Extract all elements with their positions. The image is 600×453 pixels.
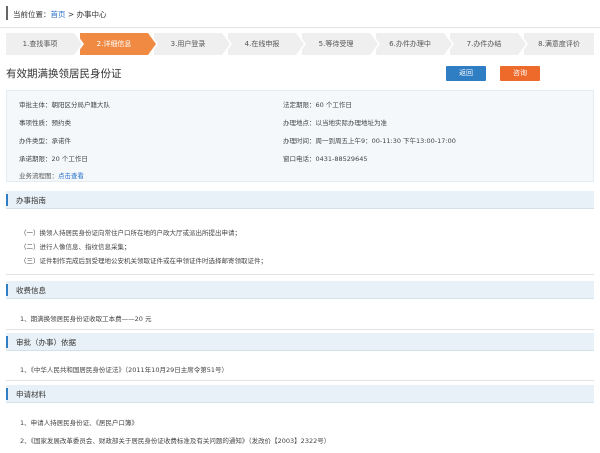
section-materials-header: 申请材料 <box>6 385 594 403</box>
info-panel: 审批主体：朝阳区分局户籍大队 法定期限：60 个工作日 事项性质：预约类 办理地… <box>6 90 594 182</box>
section-guide-title: 办事指南 <box>16 196 46 205</box>
section-guide-header: 办事指南 <box>6 191 594 209</box>
info-item-type: 事项性质：预约类 <box>19 119 71 127</box>
step-processing[interactable]: 6.办件办理中 <box>376 33 454 55</box>
section-marker <box>6 194 8 206</box>
breadcrumb: 当前位置：首页 > 办事中心 <box>0 0 600 28</box>
section-basis-header: 审批（办事）依据 <box>6 333 594 351</box>
step-find[interactable]: 1.查找事项 <box>6 33 84 55</box>
basis-line: 1、《中华人民共和国居民身份证法》（2011年10月29日主席令第51号） <box>20 366 228 374</box>
info-flow-label: 业务流程图： <box>19 172 58 180</box>
breadcrumb-prefix: 当前位置： <box>13 10 51 19</box>
divider <box>6 274 594 275</box>
section-marker <box>6 284 8 296</box>
materials-line: 1、申请人持居民身份证、《居民户口簿》 <box>20 419 138 427</box>
fee-line: 1、期满换领居民身份证收取工本费——20 元 <box>20 315 152 323</box>
section-fee-header: 收费信息 <box>6 281 594 299</box>
step-apply[interactable]: 4.在线申报 <box>228 33 306 55</box>
consult-button[interactable]: 咨询 <box>500 66 540 81</box>
step-wait[interactable]: 5.等待受理 <box>302 33 380 55</box>
flow-chart-link[interactable]: 点击查看 <box>58 172 84 180</box>
divider <box>6 380 594 381</box>
breadcrumb-marker <box>6 6 8 20</box>
info-legal-period: 法定期限：60 个工作日 <box>283 101 352 109</box>
breadcrumb-text: 当前位置：首页 > 办事中心 <box>13 9 107 20</box>
breadcrumb-current: 办事中心 <box>76 10 107 19</box>
materials-line: 2、《国家发展改革委员会、财政部关于居民身份证收费标准及有关问题的通知》（发改价… <box>20 437 331 445</box>
step-login[interactable]: 3.用户登录 <box>154 33 232 55</box>
progress-steps: 1.查找事项 2.详细信息 3.用户登录 4.在线申报 5.等待受理 6.办件办… <box>6 33 594 55</box>
guide-line: （一）换领人持居民身份证向常住户口所在地的户政大厅或派出所提出申请； <box>20 229 241 237</box>
step-rating[interactable]: 8.满意度评价 <box>524 33 594 55</box>
back-button[interactable]: 返回 <box>446 66 486 81</box>
page-title: 有效期满换领居民身份证 <box>6 68 122 80</box>
section-basis-title: 审批（办事）依据 <box>16 338 76 347</box>
step-details[interactable]: 2.详细信息 <box>80 33 158 55</box>
info-promise-period: 承诺期限：20 个工作日 <box>19 155 88 163</box>
guide-line: （二）进行人像信息、指纹信息采集； <box>20 243 131 251</box>
breadcrumb-home-link[interactable]: 首页 <box>51 10 66 19</box>
section-marker <box>6 388 8 400</box>
info-phone: 窗口电话：0431-88529645 <box>283 155 368 163</box>
info-approver: 审批主体：朝阳区分局户籍大队 <box>19 101 110 109</box>
step-done[interactable]: 7.办件办结 <box>450 33 528 55</box>
info-location: 办理地点：以当地实际办理地址为准 <box>283 119 387 127</box>
breadcrumb-separator: > <box>65 10 77 19</box>
divider <box>6 329 594 330</box>
info-hours: 办理时间：周一到周五上午9：00-11:30 下午13:00-17:00 <box>283 137 456 145</box>
section-materials-title: 申请材料 <box>16 390 46 399</box>
guide-line: （三）证件制作完成后到受理地公安机关领取证件或在申领证件时选择邮寄领取证件； <box>20 257 267 265</box>
info-flow: 业务流程图：点击查看 <box>19 170 84 180</box>
section-marker <box>6 336 8 348</box>
info-case-type: 办件类型：承诺件 <box>19 137 71 145</box>
section-fee-title: 收费信息 <box>16 286 46 295</box>
